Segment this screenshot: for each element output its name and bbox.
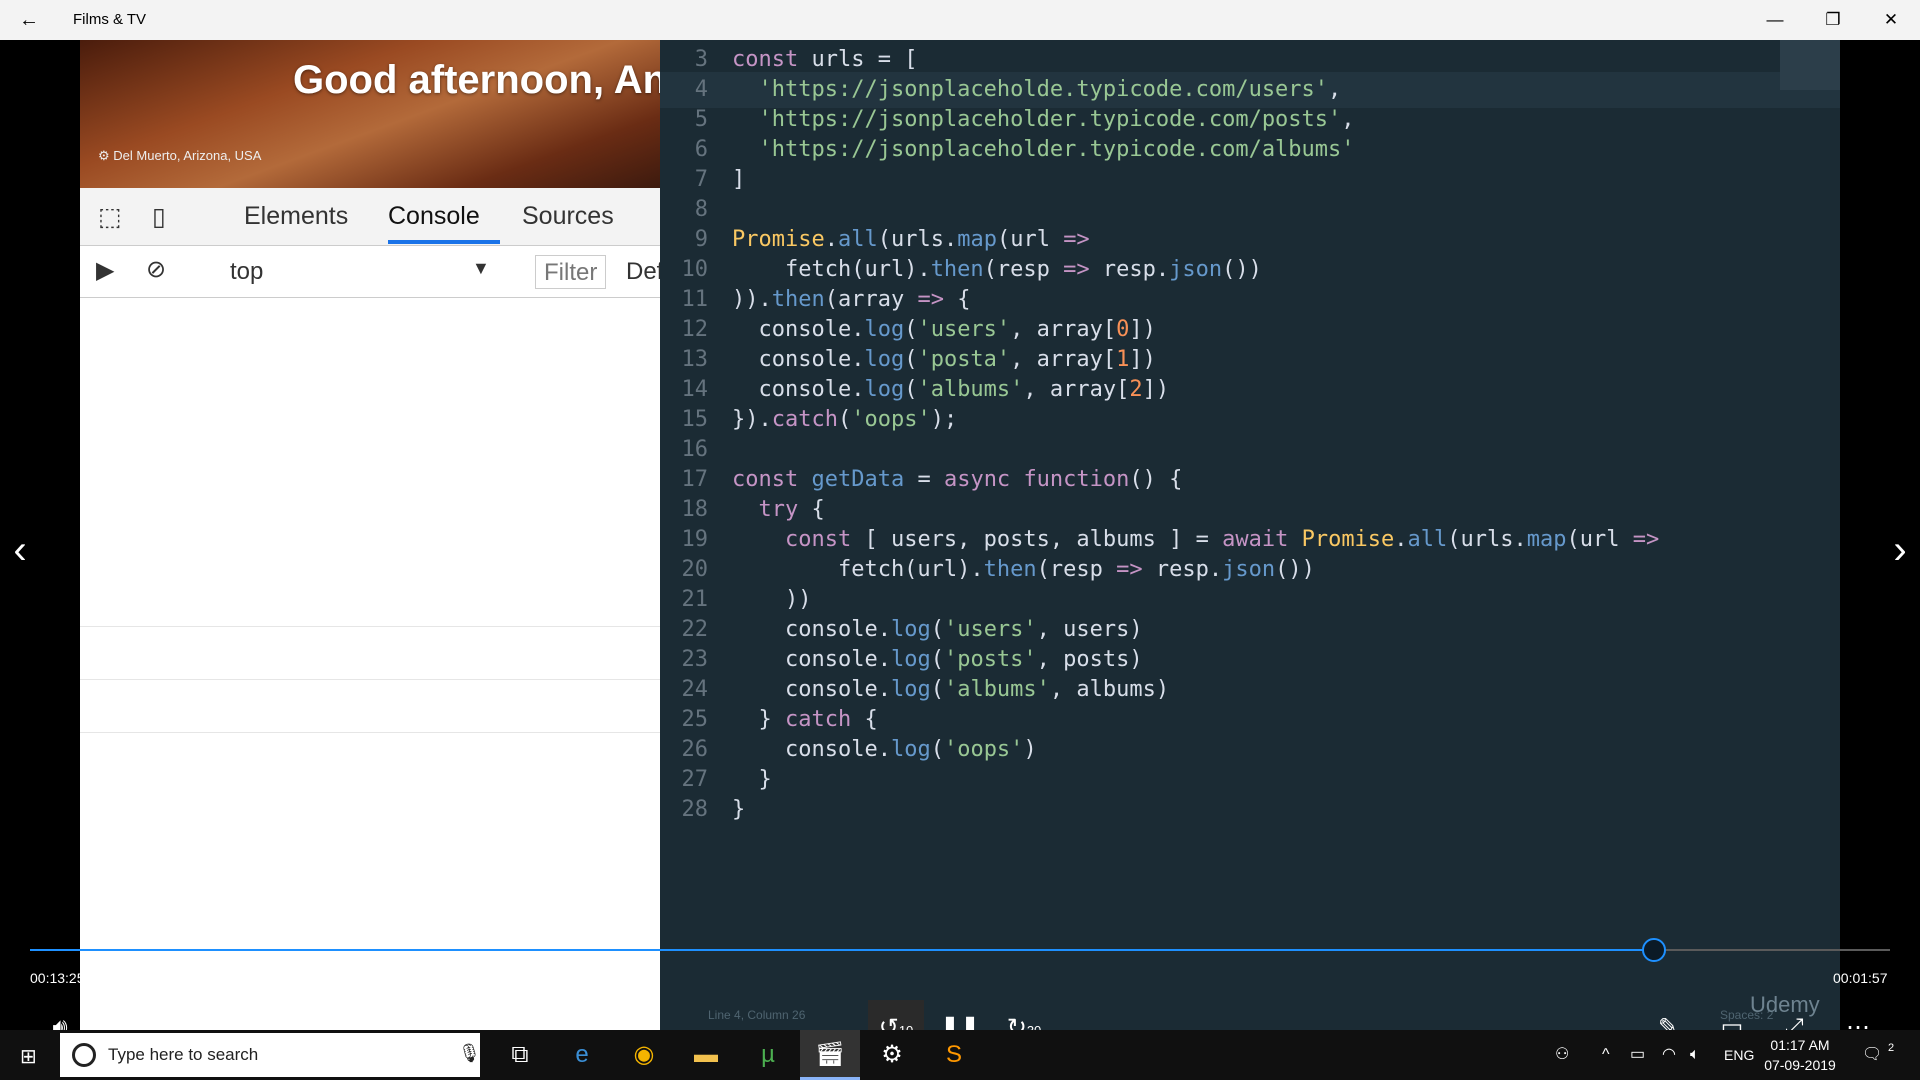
file-explorer-icon[interactable]: ▬: [676, 1030, 736, 1080]
clear-console-icon: ⊘: [146, 256, 167, 283]
search-box[interactable]: Type here to search 🎙︎: [60, 1033, 481, 1077]
start-button[interactable]: ⊞: [0, 1030, 60, 1080]
search-placeholder: Type here to search: [108, 1045, 259, 1064]
clock-time: 01:17 AM: [1770, 1037, 1830, 1053]
utorrent-icon[interactable]: µ: [738, 1030, 798, 1080]
rewind-seconds: 10: [899, 1023, 913, 1030]
windows-icon: ⊞: [20, 1046, 37, 1068]
microphone-icon[interactable]: 🎙︎: [458, 1043, 481, 1064]
video-area[interactable]: Good afternoon, An ⚙ Del Muerto, Arizona…: [0, 40, 1920, 1030]
app-title: Films & TV: [73, 11, 147, 28]
filter-box: Filter: [535, 255, 607, 289]
language-indicator[interactable]: ENG: [1724, 1030, 1754, 1080]
code-text: }: [732, 797, 746, 822]
cortana-icon: [72, 1043, 96, 1067]
previous-arrow-icon[interactable]: ‹: [0, 520, 40, 580]
mini-view-icon[interactable]: ▭: [1704, 1000, 1760, 1030]
settings-icon[interactable]: ⚙: [862, 1030, 922, 1080]
pencil-icon[interactable]: ✎: [1640, 1000, 1696, 1030]
cursor-position: Line 4, Column 26: [708, 1008, 806, 1022]
volume-icon[interactable]: 🔊︎: [32, 1000, 88, 1030]
restore-button[interactable]: ❐: [1810, 0, 1856, 40]
fullscreen-icon[interactable]: ⤢: [1766, 1000, 1822, 1030]
chrome-icon[interactable]: ◉: [614, 1030, 674, 1080]
edge-icon[interactable]: e: [552, 1030, 612, 1080]
seek-bar-fill: [30, 949, 1654, 951]
clock-date: 07-09-2019: [1764, 1057, 1836, 1073]
task-view-icon[interactable]: ⧉: [490, 1030, 550, 1080]
code-editor: 3 const urls = [4 'https://jsonplaceholde…: [660, 40, 1840, 1030]
console-line: posts: [80, 679, 660, 680]
elapsed-time: 00:13:25: [30, 970, 85, 986]
wifi-icon[interactable]: ◠: [1662, 1030, 1676, 1080]
video-frame: Good afternoon, An ⚙ Del Muerto, Arizona…: [80, 40, 1840, 1030]
tab-elements: Elements: [244, 202, 349, 230]
minimap: [1780, 40, 1840, 90]
remaining-time: 00:01:57: [1833, 970, 1888, 986]
inspect-icon: ⬚: [98, 203, 122, 231]
next-arrow-icon[interactable]: ›: [1880, 520, 1920, 580]
location-text: Del Muerto, Arizona, USA: [113, 148, 262, 163]
line-number: 28: [681, 797, 709, 822]
forward-seconds: 30: [1027, 1023, 1041, 1030]
console-line: users: [80, 626, 660, 627]
back-arrow-icon[interactable]: ←: [14, 8, 44, 32]
greeting-text: Good afternoon, An: [293, 58, 668, 102]
banner-location: ⚙ Del Muerto, Arizona, USA: [98, 148, 261, 164]
console-output: >const getData = async function() { cons…: [80, 300, 660, 1030]
sidebar-toggle-icon: ▶: [96, 257, 115, 284]
clock[interactable]: 01:17 AM 07-09-2019: [1760, 1035, 1840, 1075]
gear-icon: ⚙: [98, 148, 110, 163]
subtitles-icon[interactable]: ▤: [95, 1000, 151, 1030]
tab-sources: Sources: [522, 202, 614, 230]
films-tv-taskbar-icon[interactable]: 🎬︎: [800, 1030, 860, 1080]
people-icon[interactable]: ⚇: [1555, 1030, 1569, 1080]
pause-button[interactable]: ❚❚: [932, 1000, 988, 1030]
forward-button[interactable]: ↻30: [996, 1000, 1052, 1030]
console-line: albums: [80, 732, 660, 733]
title-bar: ← Films & TV — ❐ ✕: [0, 0, 1920, 40]
devtools-tabs: ⬚ ▯ Elements Console Sources: [80, 188, 660, 246]
active-tab-indicator: [388, 240, 500, 244]
action-center-icon[interactable]: 🗨︎: [1862, 1030, 1882, 1080]
notification-count: 2: [1888, 1042, 1895, 1054]
edge-newtab-banner: Good afternoon, An ⚙ Del Muerto, Arizona…: [80, 40, 667, 188]
levels-select: Def: [626, 258, 660, 285]
console-toolbar: ▶ ⊘ top ▼ Filter Def: [80, 246, 660, 298]
battery-icon[interactable]: ▭: [1630, 1030, 1645, 1080]
rewind-icon: ↺: [878, 1014, 899, 1030]
show-hidden-icons-icon[interactable]: ^: [1602, 1030, 1610, 1080]
more-options-icon[interactable]: ⋯: [1830, 1000, 1886, 1030]
rewind-button[interactable]: ↺10: [868, 1000, 924, 1030]
context-select: top: [230, 258, 264, 285]
devtools-panel: ⬚ ▯ Elements Console Sources ▶ ⊘ top ▼ F…: [80, 188, 660, 1030]
windows-taskbar: ⊞ Type here to search 🎙︎ ⧉ e ◉ ▬ µ 🎬︎ ⚙ …: [0, 1030, 1920, 1080]
tab-console: Console: [388, 202, 480, 230]
close-button[interactable]: ✕: [1868, 0, 1914, 40]
code-line: 28}: [660, 792, 1840, 828]
device-toolbar-icon: ▯: [152, 203, 166, 231]
films-tv-window: ← Films & TV — ❐ ✕ Good afternoon, An ⚙ …: [0, 0, 1920, 1080]
seek-bar[interactable]: [30, 938, 1890, 962]
context-dropdown-icon: ▼: [472, 258, 490, 278]
speaker-icon[interactable]: 🔈︎: [1690, 1030, 1700, 1080]
seek-knob[interactable]: [1641, 938, 1666, 962]
forward-icon: ↻: [1006, 1014, 1027, 1030]
sublime-text-icon[interactable]: S: [924, 1030, 984, 1080]
minimize-button[interactable]: —: [1752, 0, 1798, 40]
